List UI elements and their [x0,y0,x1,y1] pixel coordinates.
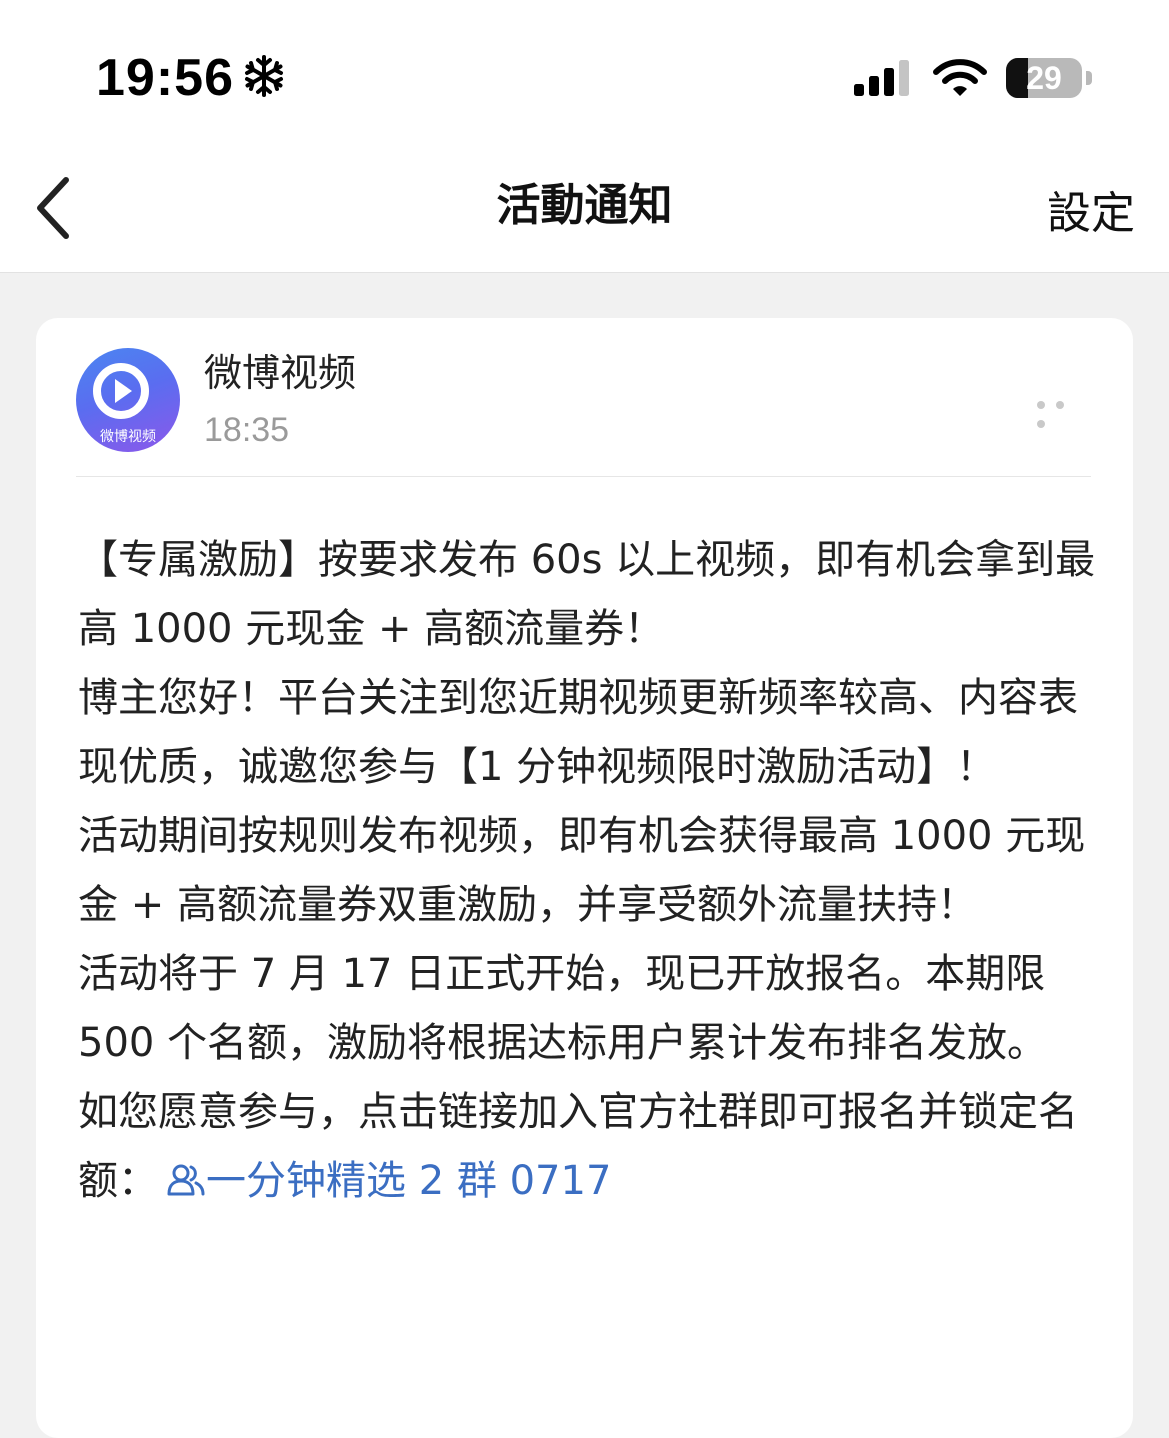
play-icon [93,363,149,419]
group-icon[interactable] [166,1160,206,1200]
message-time: 18:35 [204,411,290,449]
message-body: 【专属激励】按要求发布 60s 以上视频，即有机会拿到最高 1000 元现金 +… [78,526,1098,1216]
status-bar: 19:56 29 [0,0,1169,140]
message-paragraph: 活动将于 7 月 17 日正式开始，现已开放报名。本期限 500 个名额，激励将… [78,951,1048,1066]
message-paragraph: 活动期间按规则发布视频，即有机会获得最高 1000 元现金 + 高额流量券双重激… [78,813,1086,928]
battery-icon: 29 [1006,58,1092,98]
more-dots-icon[interactable] [1037,394,1093,428]
status-time: 19:56 [96,49,234,107]
message-paragraph: 【专属激励】按要求发布 60s 以上视频，即有机会拿到最高 1000 元现金 +… [78,537,1096,652]
signal-icon [854,60,909,96]
signup-paragraph: 如您愿意参与，点击链接加入官方社群即可报名并锁定名额： 一分钟精选 2 群 071… [78,1078,1098,1216]
divider [76,476,1091,477]
avatar-caption: 微博视频 [100,429,156,445]
snowflake-icon [245,55,283,97]
battery-level: 29 [1026,60,1062,96]
sender-name[interactable]: 微博视频 [204,348,356,398]
nav-bar: 活動通知 設定 [0,140,1169,273]
page-title: 活動通知 [496,180,673,231]
notification-card: 微博视频 微博视频 18:35 【专属激励】按要求发布 60s 以上视频，即有机… [36,318,1133,1438]
settings-button[interactable]: 設定 [1047,184,1135,244]
group-link[interactable]: 一分钟精选 2 群 0717 [206,1158,611,1204]
wifi-icon [933,59,987,96]
message-paragraph: 博主您好！平台关注到您近期视频更新频率较高、内容表现优质，诚邀您参与【1 分钟视… [78,675,1078,790]
avatar[interactable]: 微博视频 [76,348,180,452]
